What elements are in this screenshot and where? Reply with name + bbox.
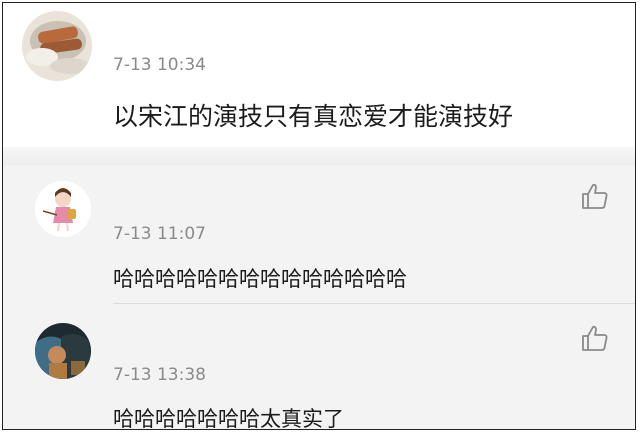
comment-thread: 7-13 10:34 以宋江的演技只有真恋爱才能演技好 7-13 11:07 哈… [2, 2, 636, 430]
reply-text: 哈哈哈哈哈哈哈哈哈哈哈哈哈哈 [113, 267, 407, 291]
divider [113, 303, 635, 304]
comment-timestamp: 7-13 10:34 [113, 55, 206, 75]
reply-timestamp: 7-13 11:07 [113, 224, 206, 244]
thumbs-up-icon[interactable] [580, 181, 610, 211]
thumbs-up-icon[interactable] [580, 323, 610, 353]
section-divider [3, 147, 635, 165]
reply-text: 哈哈哈哈哈哈哈太真实了 [113, 407, 344, 430]
avatar[interactable] [22, 11, 92, 81]
reply-timestamp: 7-13 13:38 [113, 365, 206, 385]
avatar[interactable] [35, 323, 91, 379]
main-comment: 7-13 10:34 以宋江的演技只有真恋爱才能演技好 [3, 3, 635, 149]
comment-text: 以宋江的演技只有真恋爱才能演技好 [113, 102, 514, 131]
avatar[interactable] [35, 181, 91, 237]
